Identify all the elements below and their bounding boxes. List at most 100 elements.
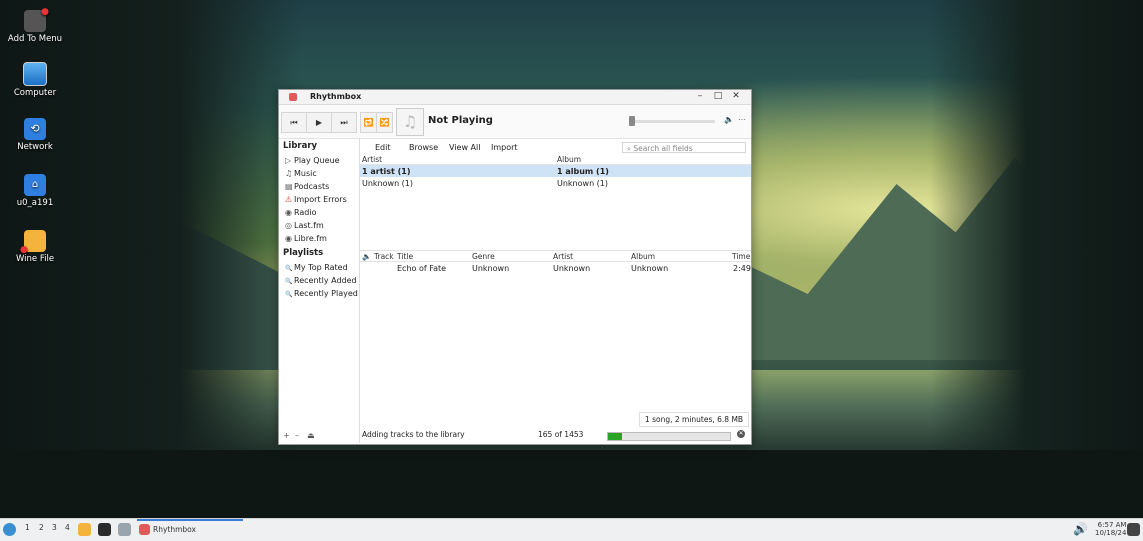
next-button[interactable]: ⏭	[331, 112, 357, 133]
sidebar-item-my-top-rated[interactable]: 🔍 My Top Rated	[279, 261, 359, 274]
close-button[interactable]: ✕	[730, 91, 742, 101]
workspace-1[interactable]: 1	[25, 523, 30, 532]
shuffle-button[interactable]: 🔀	[376, 112, 393, 133]
minimize-button[interactable]: –	[694, 91, 706, 101]
sidebar-item-recently-played[interactable]: 🔍 Recently Played	[279, 287, 359, 300]
add-playlist-button[interactable]: +	[283, 431, 290, 440]
home-folder-icon: ⌂	[24, 174, 46, 196]
network-icon: ⟲	[24, 118, 46, 140]
window-titlebar[interactable]: Rhythmbox – □ ✕	[279, 90, 751, 105]
clock[interactable]: 6:57 AM 10/18/24	[1095, 521, 1126, 537]
player-toolbar: ⏮ ▶ ⏭ 🔁 🔀 ♫ Not Playing 🔈 ⋯	[279, 105, 751, 139]
taskbar: 1 2 3 4 Rhythmbox 🔊 6:57 AM 10/18/24	[0, 518, 1143, 541]
track-column-header[interactable]: Track	[374, 252, 394, 261]
title-column-header[interactable]: Title	[397, 252, 413, 261]
workspace-3[interactable]: 3	[52, 523, 57, 532]
sidebar-item-import-errors[interactable]: ⚠ Import Errors	[279, 193, 359, 206]
import-menu[interactable]: Import	[491, 143, 518, 152]
artist-column-header[interactable]: Artist	[362, 155, 382, 164]
window-title: Rhythmbox	[310, 92, 362, 101]
album-art-placeholder: ♫	[396, 108, 424, 136]
library-summary: 1 song, 2 minutes, 6.8 MB	[639, 412, 749, 427]
workspace-2[interactable]: 2	[39, 523, 44, 532]
previous-button[interactable]: ⏮	[281, 112, 307, 133]
app-menu-icon[interactable]: ⋯	[738, 115, 746, 124]
edit-menu[interactable]: Edit	[375, 143, 391, 152]
sidebar-item-radio[interactable]: ◉ Radio	[279, 206, 359, 219]
maximize-button[interactable]: □	[712, 91, 724, 101]
sidebar-item-label: My Top Rated	[294, 263, 348, 272]
desktop-icon-label: Computer	[13, 88, 57, 98]
eject-button[interactable]: ⏏	[307, 431, 315, 440]
user-menu-icon[interactable]	[1127, 523, 1140, 536]
desktop-icon-label: u0_a191	[16, 198, 54, 208]
artist-cell: Unknown	[553, 264, 591, 273]
file-manager-icon[interactable]	[78, 523, 91, 536]
artist-cell: Unknown (1)	[362, 179, 414, 188]
browse-menu[interactable]: Browse	[409, 143, 438, 152]
seek-slider[interactable]	[629, 116, 715, 126]
sidebar-item-podcasts[interactable]: ▤Podcasts	[279, 180, 359, 193]
import-progress-fill	[608, 433, 622, 440]
sidebar-item-label: Podcasts	[294, 182, 330, 191]
status-count: 165 of 1453	[538, 430, 584, 439]
librefm-icon: ◉	[285, 234, 292, 243]
sidebar-item-music[interactable]: ♫ Music	[279, 167, 359, 180]
desktop-icon-computer[interactable]: Computer	[0, 62, 70, 98]
sidebar-item-lastfm[interactable]: ◎ Last.fm	[279, 219, 359, 232]
remove-playlist-button[interactable]: –	[295, 431, 299, 440]
sidebar-item-label: Radio	[294, 208, 317, 217]
sidebar-item-recently-added[interactable]: 🔍 Recently Added	[279, 274, 359, 287]
artist-column-header[interactable]: Artist	[553, 252, 573, 261]
volume-icon[interactable]: 🔊	[1073, 522, 1088, 536]
track-row[interactable]: Echo of Fate Unknown Unknown Unknown 2:4…	[360, 262, 751, 274]
main-pane: Edit Browse View All Import ⌕ Search all…	[360, 138, 751, 443]
sidebar-item-label: Recently Played	[294, 289, 358, 298]
sidebar-footer: + – ⏏	[279, 429, 359, 443]
browser-row[interactable]: 1 artist (1) 1 album (1)	[360, 165, 751, 177]
desktop-icon-label: Network	[17, 142, 53, 152]
start-menu-icon[interactable]	[3, 523, 16, 536]
time-column-header[interactable]: Time	[732, 252, 750, 261]
search-placeholder: Search all fields	[633, 144, 693, 153]
desktop-ground	[0, 450, 1143, 518]
genre-column-header[interactable]: Genre	[472, 252, 495, 261]
terminal-icon[interactable]	[98, 523, 111, 536]
sidebar-item-label: Music	[294, 169, 317, 178]
stop-import-button[interactable]: ✕	[737, 430, 745, 438]
status-message: Adding tracks to the library	[362, 430, 465, 439]
genre-cell: Unknown	[472, 264, 510, 273]
album-column-header[interactable]: Album	[557, 155, 581, 164]
track-list: 🔈 Track Title Genre Artist Album Time Ec…	[360, 250, 751, 274]
source-menubar: Edit Browse View All Import ⌕ Search all…	[360, 138, 751, 154]
wine-file-icon: ●	[20, 230, 46, 255]
taskbar-app-rhythmbox[interactable]: Rhythmbox	[153, 525, 196, 534]
desktop-icon-network[interactable]: ⟲ Network	[0, 118, 70, 152]
workspace-4[interactable]: 4	[65, 523, 70, 532]
library-header: Library	[283, 141, 318, 151]
track-list-header: 🔈 Track Title Genre Artist Album Time	[360, 250, 751, 262]
smart-playlist-icon: 🔍	[285, 291, 293, 298]
seek-slider-thumb[interactable]	[629, 116, 635, 126]
browser-row[interactable]: Unknown (1) Unknown (1)	[360, 177, 751, 189]
view-all-menu[interactable]: View All	[449, 143, 480, 152]
sidebar-item-librefm[interactable]: ◉ Libre.fm	[279, 232, 359, 245]
repeat-button[interactable]: 🔁	[360, 112, 377, 133]
rhythmbox-window: Rhythmbox – □ ✕ ⏮ ▶ ⏭ 🔁 🔀 ♫ Not Playing …	[278, 89, 752, 445]
volume-icon[interactable]: 🔈	[724, 115, 734, 124]
error-icon: ⚠	[285, 195, 293, 204]
desktop-icon-label: Wine File	[15, 254, 55, 264]
sidebar-item-label: Libre.fm	[294, 234, 327, 243]
desktop-forest-right	[930, 0, 1143, 518]
desktop-icon-add-to-menu[interactable]: ● Add To Menu	[0, 7, 70, 44]
album-column-header[interactable]: Album	[631, 252, 655, 261]
search-input[interactable]: ⌕ Search all fields	[622, 142, 746, 153]
desktop-icon-home[interactable]: ⌂ u0_a191	[0, 174, 70, 208]
play-button[interactable]: ▶	[306, 112, 332, 133]
sidebar-item-play-queue[interactable]: ▷ Play Queue	[279, 154, 359, 167]
search-icon: ⌕	[627, 145, 631, 153]
settings-icon[interactable]	[118, 523, 131, 536]
status-bar: Adding tracks to the library 165 of 1453…	[360, 428, 751, 442]
sidebar-item-label: Import Errors	[294, 195, 347, 204]
desktop-icon-wine-file[interactable]: ● Wine File	[0, 230, 70, 264]
